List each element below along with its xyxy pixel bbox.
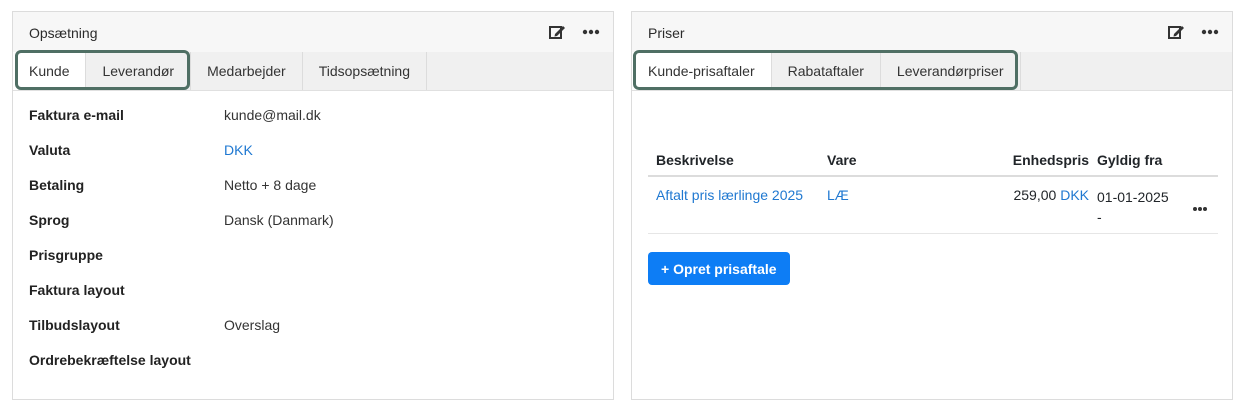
column-header[interactable]: Gyldig fra <box>1097 152 1197 168</box>
detail-value: Dansk (Danmark) <box>224 212 334 228</box>
detail-value: Overslag <box>224 317 281 333</box>
tab-leverandor[interactable]: Leverandør <box>86 52 192 90</box>
prices-tabs: Kunde-prisaftaler Rabataftaler Leverandø… <box>632 50 1232 91</box>
detail-row: Prisgruppe <box>29 247 599 282</box>
unit-price: 259,00 <box>1013 187 1057 203</box>
panel-title: Priser <box>648 25 685 41</box>
detail-label: Faktura e-mail <box>29 107 124 123</box>
detail-label: Tilbudslayout <box>29 317 120 333</box>
column-header[interactable]: Enhedspris <box>947 152 1097 168</box>
detail-label: Ordrebekræftelse layout <box>29 352 191 368</box>
description-link[interactable]: Aftalt pris lærlinge 2025 <box>656 187 803 203</box>
detail-row: Faktura layout <box>29 282 599 317</box>
column-header[interactable]: Vare <box>827 152 947 168</box>
detail-row: Betaling Netto + 8 dage <box>29 177 599 212</box>
more-options-icon[interactable] <box>581 22 601 42</box>
detail-label: Sprog <box>29 212 70 228</box>
column-header[interactable]: Beskrivelse <box>648 152 827 168</box>
detail-row: Ordrebekræftelse layout <box>29 352 599 387</box>
detail-row: Faktura e-mail kunde@mail.dk <box>29 107 599 142</box>
valid-from: 01-01-2025 <box>1097 189 1169 205</box>
table-header: Beskrivelse Vare Enhedspris Gyldig fra <box>648 145 1218 177</box>
prices-panel: Priser Kunde-prisaftaler Rabataftaler Le… <box>631 11 1233 400</box>
panel-title: Opsætning <box>29 25 98 41</box>
setup-details: Faktura e-mail kunde@mail.dk Valuta DKK Be… <box>29 107 599 387</box>
price-agreements-table: Beskrivelse Vare Enhedspris Gyldig fra A… <box>648 145 1218 234</box>
create-price-agreement-button[interactable]: + Opret prisaftale <box>648 252 790 285</box>
more-options-icon[interactable] <box>1200 22 1220 42</box>
detail-row: Sprog Dansk (Danmark) <box>29 212 599 247</box>
currency-link[interactable]: DKK <box>224 142 253 177</box>
detail-value: kunde@mail.dk <box>224 107 321 123</box>
detail-label: Prisgruppe <box>29 247 103 263</box>
edit-icon[interactable] <box>1166 22 1186 42</box>
prices-panel-header: Priser <box>632 12 1232 52</box>
tab-leverandorpriser[interactable]: Leverandørpriser <box>881 52 1021 90</box>
detail-label: Faktura layout <box>29 282 125 298</box>
tab-kunde[interactable]: Kunde <box>13 52 87 90</box>
valid-to: - <box>1097 209 1102 225</box>
detail-row: Tilbudslayout Overslag <box>29 317 599 352</box>
setup-tabs: Kunde Leverandør Medarbejder Tidsopsætni… <box>13 50 613 91</box>
detail-label: Betaling <box>29 177 85 193</box>
setup-panel: Opsætning Kunde Leverandør Medarbejder T… <box>12 11 614 400</box>
detail-value: Netto + 8 dage <box>224 177 317 193</box>
detail-label: Valuta <box>29 142 71 158</box>
currency-link[interactable]: DKK <box>1060 187 1089 203</box>
tab-medarbejder[interactable]: Medarbejder <box>191 52 303 90</box>
setup-panel-header: Opsætning <box>13 12 613 52</box>
row-actions-icon[interactable] <box>1192 199 1208 211</box>
edit-icon[interactable] <box>547 22 567 42</box>
tab-rabataftaler[interactable]: Rabataftaler <box>772 52 881 90</box>
detail-row: Valuta DKK <box>29 142 599 177</box>
item-link[interactable]: LÆ <box>827 187 849 203</box>
table-row: Aftalt pris lærlinge 2025 LÆ 259,00 DKK … <box>648 177 1218 234</box>
tab-kunde-prisaftaler[interactable]: Kunde-prisaftaler <box>632 52 772 90</box>
tab-tidsopsaetning[interactable]: Tidsopsætning <box>303 52 427 90</box>
